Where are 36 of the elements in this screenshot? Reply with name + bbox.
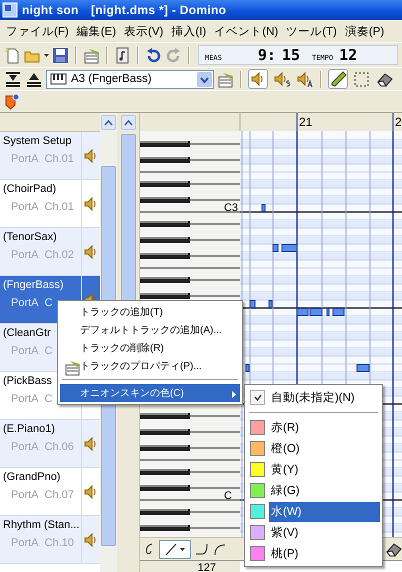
track-name: System Setup xyxy=(3,135,72,147)
tempo-value: 12 xyxy=(339,46,358,65)
track-name: Rhythm (Stan... xyxy=(3,519,80,531)
port-label: PortA xyxy=(11,153,39,165)
port-label: PortA xyxy=(11,441,39,453)
track-name: (FngerBass) xyxy=(3,279,65,291)
port-label: PortA xyxy=(11,297,39,309)
port-label: PortA xyxy=(11,345,39,357)
channel-label: Ch.07 xyxy=(44,489,74,501)
key-label: C xyxy=(224,490,232,502)
track-name: (GrandPno) xyxy=(3,471,62,483)
track-name: (PickBass xyxy=(3,375,53,387)
channel-label: C xyxy=(44,297,52,309)
measure-value: 9: xyxy=(258,46,276,65)
measure-number: 2 xyxy=(395,115,402,129)
measure-number: 21 xyxy=(299,115,312,129)
channel-label: Ch.06 xyxy=(44,441,74,453)
channel-label: Ch.02 xyxy=(44,249,74,261)
track-name: (TenorSax) xyxy=(3,231,58,243)
beat-value: 15 xyxy=(282,46,300,65)
track-name: (E.Piano1) xyxy=(3,423,56,435)
track-name: (ChoirPad) xyxy=(3,183,58,195)
port-label: PortA xyxy=(11,393,39,405)
channel-label: Ch.01 xyxy=(44,153,74,165)
velocity-label: 127 xyxy=(140,561,240,572)
port-label: PortA xyxy=(11,537,39,549)
track-name: (CleanGtr xyxy=(3,327,52,339)
port-label: PortA xyxy=(11,201,39,213)
channel-label: Ch.01 xyxy=(44,201,74,213)
channel-label: C xyxy=(44,393,52,405)
port-label: PortA xyxy=(11,249,39,261)
channel-label: Ch.10 xyxy=(44,537,74,549)
channel-label: C xyxy=(44,345,52,357)
key-label: C3 xyxy=(224,202,238,214)
port-label: PortA xyxy=(11,489,39,501)
window-title: night son [night.dms *] - Domino xyxy=(22,2,226,18)
